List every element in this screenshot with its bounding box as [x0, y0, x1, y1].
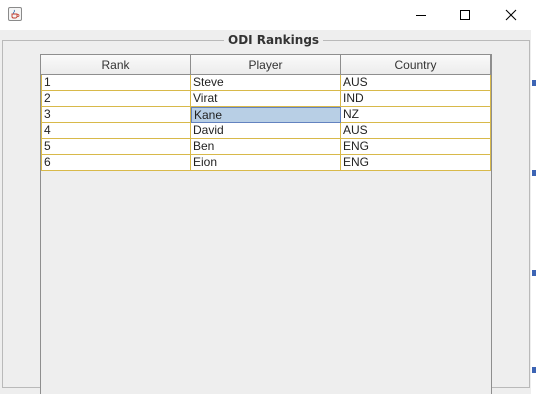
table-scroll-pane[interactable]: Rank Player Country 1 Steve AUS 2 Virat …	[40, 54, 492, 394]
player-cell-selected[interactable]: Kane	[191, 107, 341, 123]
table-body: 1 Steve AUS 2 Virat IND 3 Kane NZ 4 Davi…	[41, 75, 491, 171]
java-cup-icon[interactable]	[8, 7, 22, 21]
country-cell[interactable]: AUS	[341, 75, 491, 91]
table-row[interactable]: 5 Ben ENG	[41, 139, 491, 155]
minimize-icon	[416, 15, 426, 16]
maximize-button[interactable]	[442, 0, 488, 30]
rank-cell[interactable]: 6	[41, 155, 191, 171]
player-cell[interactable]: Steve	[191, 75, 341, 91]
country-cell[interactable]: NZ	[341, 107, 491, 123]
maximize-icon	[460, 10, 470, 20]
country-cell[interactable]: ENG	[341, 139, 491, 155]
edge-marker	[532, 170, 536, 176]
column-header-player[interactable]: Player	[191, 55, 341, 74]
country-cell[interactable]: IND	[341, 91, 491, 107]
rank-cell[interactable]: 5	[41, 139, 191, 155]
table-header: Rank Player Country	[41, 55, 491, 75]
player-cell[interactable]: Ben	[191, 139, 341, 155]
table-row[interactable]: 6 Eion ENG	[41, 155, 491, 171]
table-row[interactable]: 2 Virat IND	[41, 91, 491, 107]
table-row[interactable]: 3 Kane NZ	[41, 107, 491, 123]
rank-cell[interactable]: 1	[41, 75, 191, 91]
rank-cell[interactable]: 4	[41, 123, 191, 139]
player-cell[interactable]: David	[191, 123, 341, 139]
player-cell[interactable]: Virat	[191, 91, 341, 107]
country-cell[interactable]: ENG	[341, 155, 491, 171]
minimize-button[interactable]	[398, 0, 444, 30]
country-cell[interactable]: AUS	[341, 123, 491, 139]
rank-cell[interactable]: 3	[41, 107, 191, 123]
panel-title: ODI Rankings	[224, 33, 324, 47]
close-icon	[505, 9, 517, 21]
application-window: ODI Rankings Rank Player Country 1 Steve…	[0, 0, 537, 394]
column-header-country[interactable]: Country	[341, 55, 491, 74]
edge-marker	[532, 367, 536, 373]
close-button[interactable]	[488, 0, 534, 30]
window-right-edge	[531, 30, 537, 394]
title-bar[interactable]	[0, 0, 537, 30]
column-header-rank[interactable]: Rank	[41, 55, 191, 74]
player-cell[interactable]: Eion	[191, 155, 341, 171]
edge-marker	[532, 80, 536, 86]
table-row[interactable]: 4 David AUS	[41, 123, 491, 139]
edge-marker	[532, 270, 536, 276]
rank-cell[interactable]: 2	[41, 91, 191, 107]
table-row[interactable]: 1 Steve AUS	[41, 75, 491, 91]
